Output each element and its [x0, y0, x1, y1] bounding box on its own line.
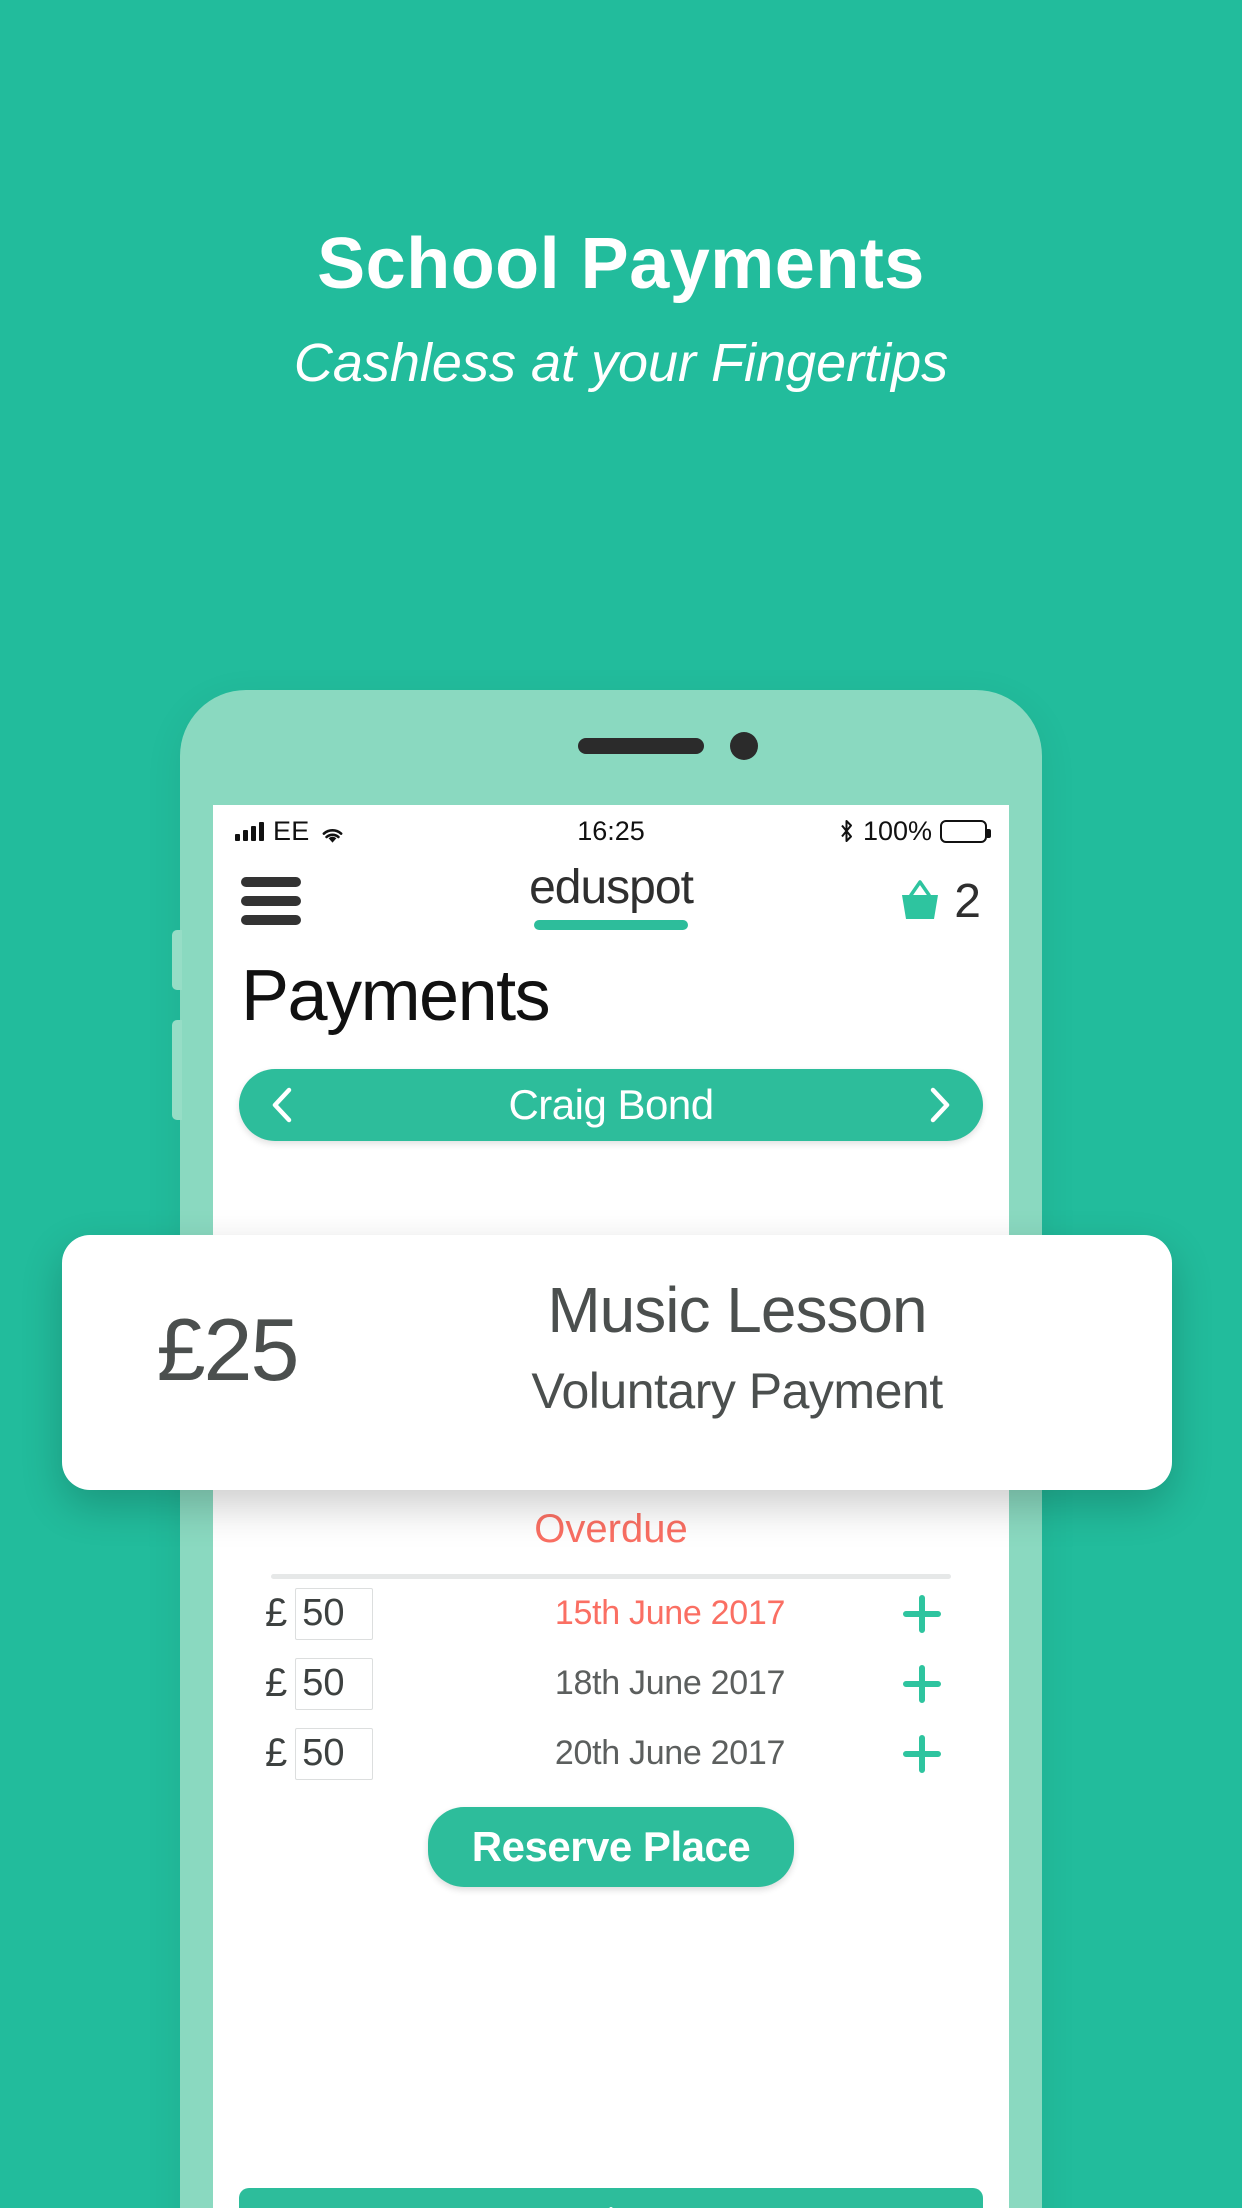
- status-bar: EE 16:25 100%: [213, 805, 1009, 857]
- status-bar-right: 100%: [838, 815, 991, 847]
- instalment-amount-input[interactable]: [295, 1727, 374, 1780]
- featured-amount: £25: [156, 1300, 300, 1399]
- instalment-row: £ 15th June 2017: [239, 1579, 983, 1649]
- bluetooth-icon: [838, 819, 855, 843]
- phone-camera-icon: [730, 732, 758, 760]
- featured-subtitle: Voluntary Payment: [531, 1363, 943, 1420]
- brand-underline: [534, 920, 688, 931]
- battery-full-icon: [940, 819, 991, 843]
- student-name-label: Craig Bond: [508, 1080, 714, 1128]
- promo-header: School Payments Cashless at your Fingert…: [0, 0, 1242, 390]
- instalment-amount-group: £: [265, 1587, 445, 1640]
- status-badge: Overdue: [534, 1506, 688, 1551]
- battery-percent-label: 100%: [862, 815, 932, 846]
- instalment-row: £ 20th June 2017: [239, 1719, 983, 1789]
- carrier-label: EE: [273, 815, 310, 846]
- phone-volume-up-button[interactable]: [172, 930, 182, 990]
- student-selector[interactable]: Craig Bond: [239, 1068, 983, 1141]
- reserve-place-button[interactable]: Reserve Place: [427, 1806, 795, 1887]
- app-header: eduspot 2: [213, 857, 1009, 945]
- instalment-amount-input[interactable]: [295, 1657, 374, 1710]
- currency-symbol: £: [265, 1731, 288, 1776]
- instalment-date: 15th June 2017: [554, 1594, 786, 1633]
- reserve-button-wrap: Reserve Place: [239, 1806, 983, 1887]
- plus-icon[interactable]: [895, 1732, 949, 1776]
- status-bar-left: EE: [235, 816, 346, 847]
- featured-payment-card[interactable]: £25 Music Lesson Voluntary Payment: [62, 1235, 1172, 1490]
- instalment-row: £ 18th June 2017: [239, 1649, 983, 1719]
- plus-icon[interactable]: [895, 1662, 949, 1706]
- page-title: Payments: [241, 956, 551, 1036]
- instalment-date: 20th June 2017: [554, 1734, 786, 1773]
- bottom-expand-bar[interactable]: [239, 2188, 983, 2208]
- basket-count-label: 2: [954, 874, 981, 928]
- promo-subtitle: Cashless at your Fingertips: [293, 333, 949, 393]
- promo-title: School Payments: [317, 224, 925, 304]
- chevron-left-icon[interactable]: [267, 1086, 297, 1124]
- phone-speaker-icon: [578, 738, 704, 754]
- brand-logo: eduspot: [213, 861, 1009, 931]
- brand-label: eduspot: [529, 861, 694, 914]
- instalment-date: 18th June 2017: [554, 1664, 786, 1703]
- hamburger-menu-icon[interactable]: [241, 877, 301, 925]
- chevron-right-icon[interactable]: [925, 1086, 955, 1124]
- currency-symbol: £: [265, 1661, 288, 1706]
- plus-icon[interactable]: [895, 1592, 949, 1636]
- currency-symbol: £: [265, 1591, 288, 1636]
- instalment-amount-input[interactable]: [295, 1587, 374, 1640]
- phone-volume-down-button[interactable]: [172, 1020, 182, 1120]
- signal-bars-icon: [235, 821, 264, 841]
- basket-button[interactable]: 2: [896, 874, 981, 929]
- instalment-amount-group: £: [265, 1727, 445, 1780]
- phone-screen: EE 16:25 100% eduspot 2 Payments Craig B…: [213, 805, 1009, 2208]
- chevron-up-icon: [585, 2203, 637, 2208]
- featured-title: Music Lesson: [547, 1274, 927, 1346]
- wifi-icon: [319, 821, 346, 843]
- instalment-amount-group: £: [265, 1657, 445, 1710]
- featured-info: Music Lesson Voluntary Payment: [392, 1274, 1172, 1420]
- basket-icon: [896, 877, 944, 925]
